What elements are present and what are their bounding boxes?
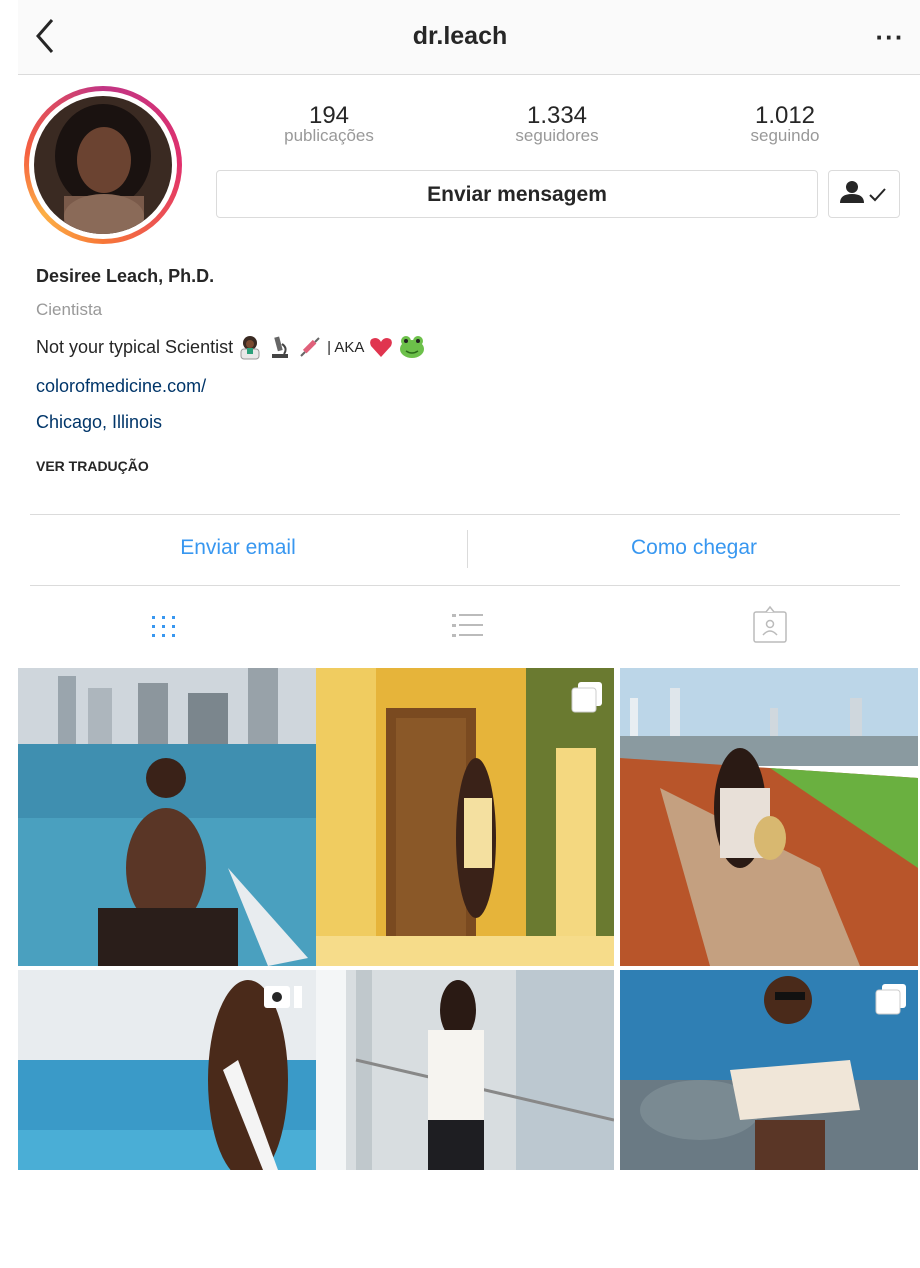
grid-post[interactable] <box>620 970 918 1268</box>
scientist-emoji-icon <box>240 336 260 360</box>
video-icon <box>264 986 302 1008</box>
grid-post[interactable] <box>316 970 614 1268</box>
divider-vertical <box>467 530 468 568</box>
page-title: dr.leach <box>412 22 508 50</box>
stat-following-value: 1.012 <box>754 102 816 129</box>
carousel-icon <box>571 682 602 713</box>
microscope-emoji-icon <box>272 336 289 358</box>
stat-posts-value: 194 <box>308 102 350 129</box>
avatar-photo <box>34 96 172 234</box>
grid-post[interactable] <box>316 668 614 966</box>
stat-followers[interactable]: 1.334 seguidores <box>472 102 642 145</box>
following-button[interactable] <box>828 170 900 218</box>
stat-posts-label: publicações <box>284 126 374 145</box>
grid-post[interactable] <box>620 668 918 966</box>
bio-text-aka: | AKA <box>327 338 365 356</box>
grid-icon[interactable] <box>142 604 186 648</box>
get-directions-button[interactable]: Como chegar <box>474 536 914 560</box>
divider <box>30 514 900 515</box>
profile-category: Cientista <box>36 300 103 319</box>
profile-name: Desiree Leach, Ph.D. <box>36 266 215 286</box>
stat-following[interactable]: 1.012 seguindo <box>700 102 870 145</box>
tagged-icon[interactable] <box>748 604 792 648</box>
grid-post[interactable] <box>18 970 316 1268</box>
heart-emoji-icon <box>370 338 393 357</box>
profile-website-link[interactable]: colorofmedicine.com/ <box>36 376 206 397</box>
grid-post[interactable] <box>18 668 316 966</box>
profile-bio: Not your typical Scientist | AKA <box>36 334 426 360</box>
see-translation-link[interactable]: VER TRADUÇÃO <box>36 458 149 474</box>
stat-following-label: seguindo <box>750 126 820 145</box>
send-message-button[interactable]: Enviar mensagem <box>216 170 818 218</box>
profile-location-link[interactable]: Chicago, Illinois <box>36 412 162 433</box>
stat-posts: 194 publicações <box>244 102 414 145</box>
list-icon[interactable] <box>446 604 490 648</box>
divider <box>30 585 900 586</box>
more-options-icon[interactable]: ··· <box>870 22 910 52</box>
frog-emoji-icon <box>400 336 425 358</box>
stat-followers-label: seguidores <box>515 126 599 145</box>
bio-text-start: Not your typical Scientist <box>36 336 234 357</box>
send-email-button[interactable]: Enviar email <box>18 536 458 560</box>
stat-followers-value: 1.334 <box>526 102 588 129</box>
carousel-icon <box>875 984 906 1015</box>
avatar[interactable] <box>24 86 182 244</box>
syringe-emoji-icon <box>300 337 320 357</box>
person-check-icon <box>840 181 886 203</box>
